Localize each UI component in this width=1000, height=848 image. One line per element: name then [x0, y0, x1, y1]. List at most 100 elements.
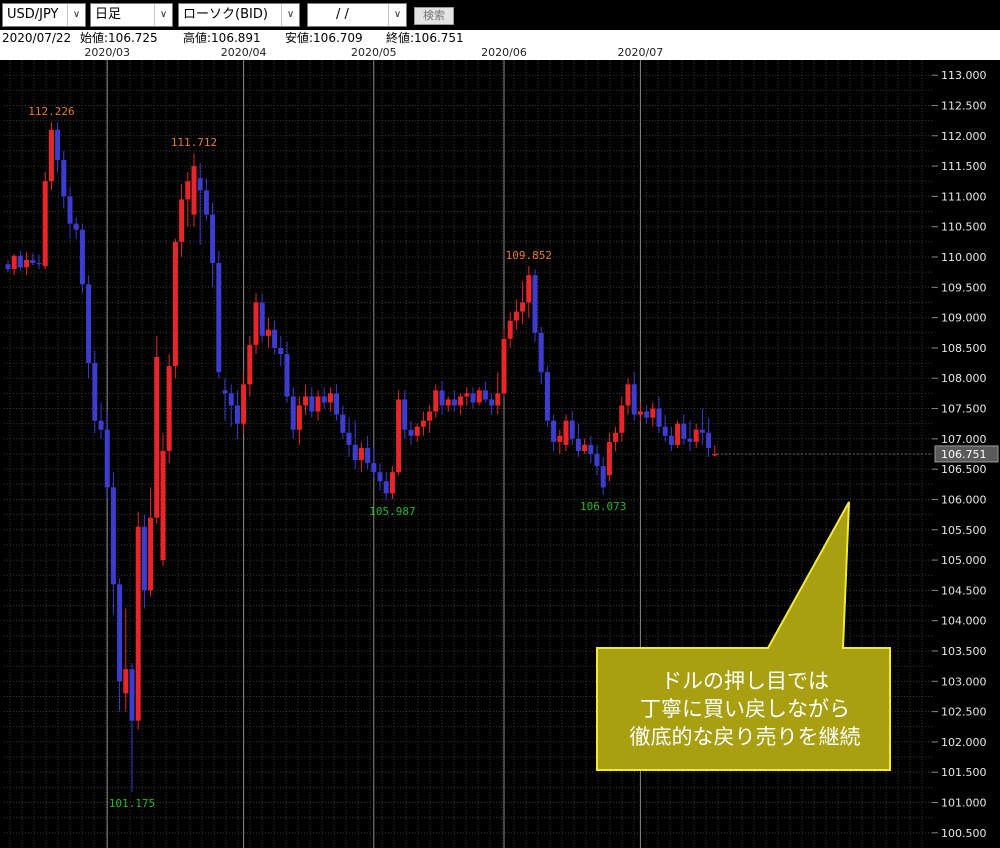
- candle-body: [662, 426, 668, 436]
- candle-body: [334, 393, 340, 415]
- chart-style-select-value: ローソク(BID): [183, 7, 268, 22]
- candle-body: [315, 396, 321, 412]
- candle-body: [613, 432, 619, 442]
- candle-body: [30, 260, 36, 264]
- price-tick-label: 104.500: [941, 584, 987, 597]
- candle-body: [420, 420, 426, 427]
- callout-line: 徹底的な戻り売りを継続: [629, 725, 861, 749]
- candle-body: [408, 429, 414, 436]
- current-price-label: 106.751: [941, 448, 987, 461]
- price-tick-label: 101.000: [941, 797, 987, 810]
- candle-body: [656, 408, 662, 427]
- candle-body: [451, 399, 457, 406]
- candle-body: [445, 399, 451, 406]
- candle-body: [17, 255, 23, 268]
- ohlc-high: 高値:106.891: [183, 31, 261, 45]
- candle-body: [104, 429, 110, 488]
- candle-body: [699, 429, 705, 433]
- price-tick-label: 100.500: [941, 827, 987, 840]
- candle-body: [309, 396, 315, 412]
- candle-body: [234, 405, 240, 424]
- price-tick-label: 107.000: [941, 433, 987, 446]
- candle-body: [687, 438, 693, 442]
- candle-body: [600, 466, 606, 488]
- month-label: 2020/04: [220, 46, 267, 59]
- candle-body: [538, 332, 544, 373]
- price-tick-label: 112.500: [941, 99, 987, 112]
- candle-body: [588, 444, 594, 454]
- candle-body: [352, 444, 358, 461]
- price-tick-label: 109.500: [941, 281, 987, 294]
- date-input-value: / /: [336, 7, 349, 22]
- candle-body: [222, 390, 228, 394]
- candle-body: [575, 438, 581, 451]
- candle-body: [278, 347, 284, 354]
- candle-body: [569, 420, 575, 439]
- candle-body: [160, 450, 166, 561]
- candle-body: [489, 399, 495, 406]
- candle-body: [272, 329, 278, 348]
- candle-body: [290, 396, 296, 430]
- candle-body: [67, 196, 73, 224]
- candle-body: [179, 199, 185, 242]
- timeframe-select[interactable]: 日足 ∨: [90, 3, 173, 27]
- candle-body: [402, 399, 408, 430]
- candle-body: [650, 408, 656, 418]
- candle-body: [24, 260, 30, 268]
- chart-style-select[interactable]: ローソク(BID) ∨: [178, 3, 300, 27]
- search-button[interactable]: 検索: [414, 7, 454, 25]
- candle-body: [185, 181, 191, 200]
- price-tick-label: 111.000: [941, 190, 987, 203]
- candle-body: [241, 384, 247, 424]
- candle-body: [427, 411, 433, 421]
- candle-body: [557, 435, 563, 442]
- chevron-down-icon[interactable]: ∨: [388, 4, 406, 26]
- candle-body: [507, 320, 513, 339]
- candle-body: [675, 423, 681, 445]
- peak-label: 111.712: [171, 136, 217, 149]
- symbol-select[interactable]: USD/JPY ∨: [2, 3, 86, 27]
- candle-body: [513, 311, 519, 321]
- callout-line: ドルの押し目では: [661, 669, 829, 693]
- timeframe-select-value: 日足: [95, 7, 122, 22]
- price-tick-label: 103.500: [941, 645, 987, 658]
- candle-body: [210, 214, 216, 264]
- candle-body: [203, 190, 209, 215]
- price-tick-label: 103.000: [941, 675, 987, 688]
- candle-body: [383, 481, 389, 494]
- candle-body: [86, 284, 92, 364]
- month-axis: 2020/03 2020/04 2020/05 2020/06 2020/07: [0, 46, 940, 60]
- candle-body: [172, 241, 178, 367]
- candle-body: [36, 263, 42, 265]
- candle-body: [606, 441, 612, 476]
- price-tick-label: 110.000: [941, 251, 987, 264]
- candle-body: [544, 372, 550, 421]
- month-label: 2020/03: [84, 46, 131, 59]
- candle-body: [501, 338, 507, 394]
- candle-body: [414, 426, 420, 436]
- candle-body: [476, 390, 482, 403]
- candle-body: [123, 669, 129, 694]
- chevron-down-icon: ∨: [154, 4, 172, 26]
- price-tick-label: 110.500: [941, 221, 987, 234]
- candle-body: [42, 181, 48, 267]
- price-tick-label: 107.500: [941, 403, 987, 416]
- price-tick-label: 102.500: [941, 706, 987, 719]
- date-input[interactable]: / / ∨: [307, 3, 407, 27]
- candle-body: [191, 166, 197, 215]
- candle-body: [259, 302, 265, 336]
- price-tick-label: 105.500: [941, 524, 987, 537]
- candle-body: [470, 393, 476, 403]
- price-tick-label: 106.000: [941, 493, 987, 506]
- candle-body: [79, 229, 85, 285]
- candle-body: [563, 420, 569, 445]
- candle-body: [117, 584, 123, 682]
- toolbar: USD/JPY ∨ 日足 ∨ ローソク(BID) ∨ / / ∨ 検索: [0, 0, 1000, 30]
- candle-body: [166, 366, 172, 451]
- candle-body: [389, 472, 395, 494]
- candle-body: [377, 472, 383, 482]
- candle-body: [551, 420, 557, 442]
- candle-body: [11, 255, 17, 270]
- month-label: 2020/07: [617, 46, 664, 59]
- month-label: 2020/05: [350, 46, 397, 59]
